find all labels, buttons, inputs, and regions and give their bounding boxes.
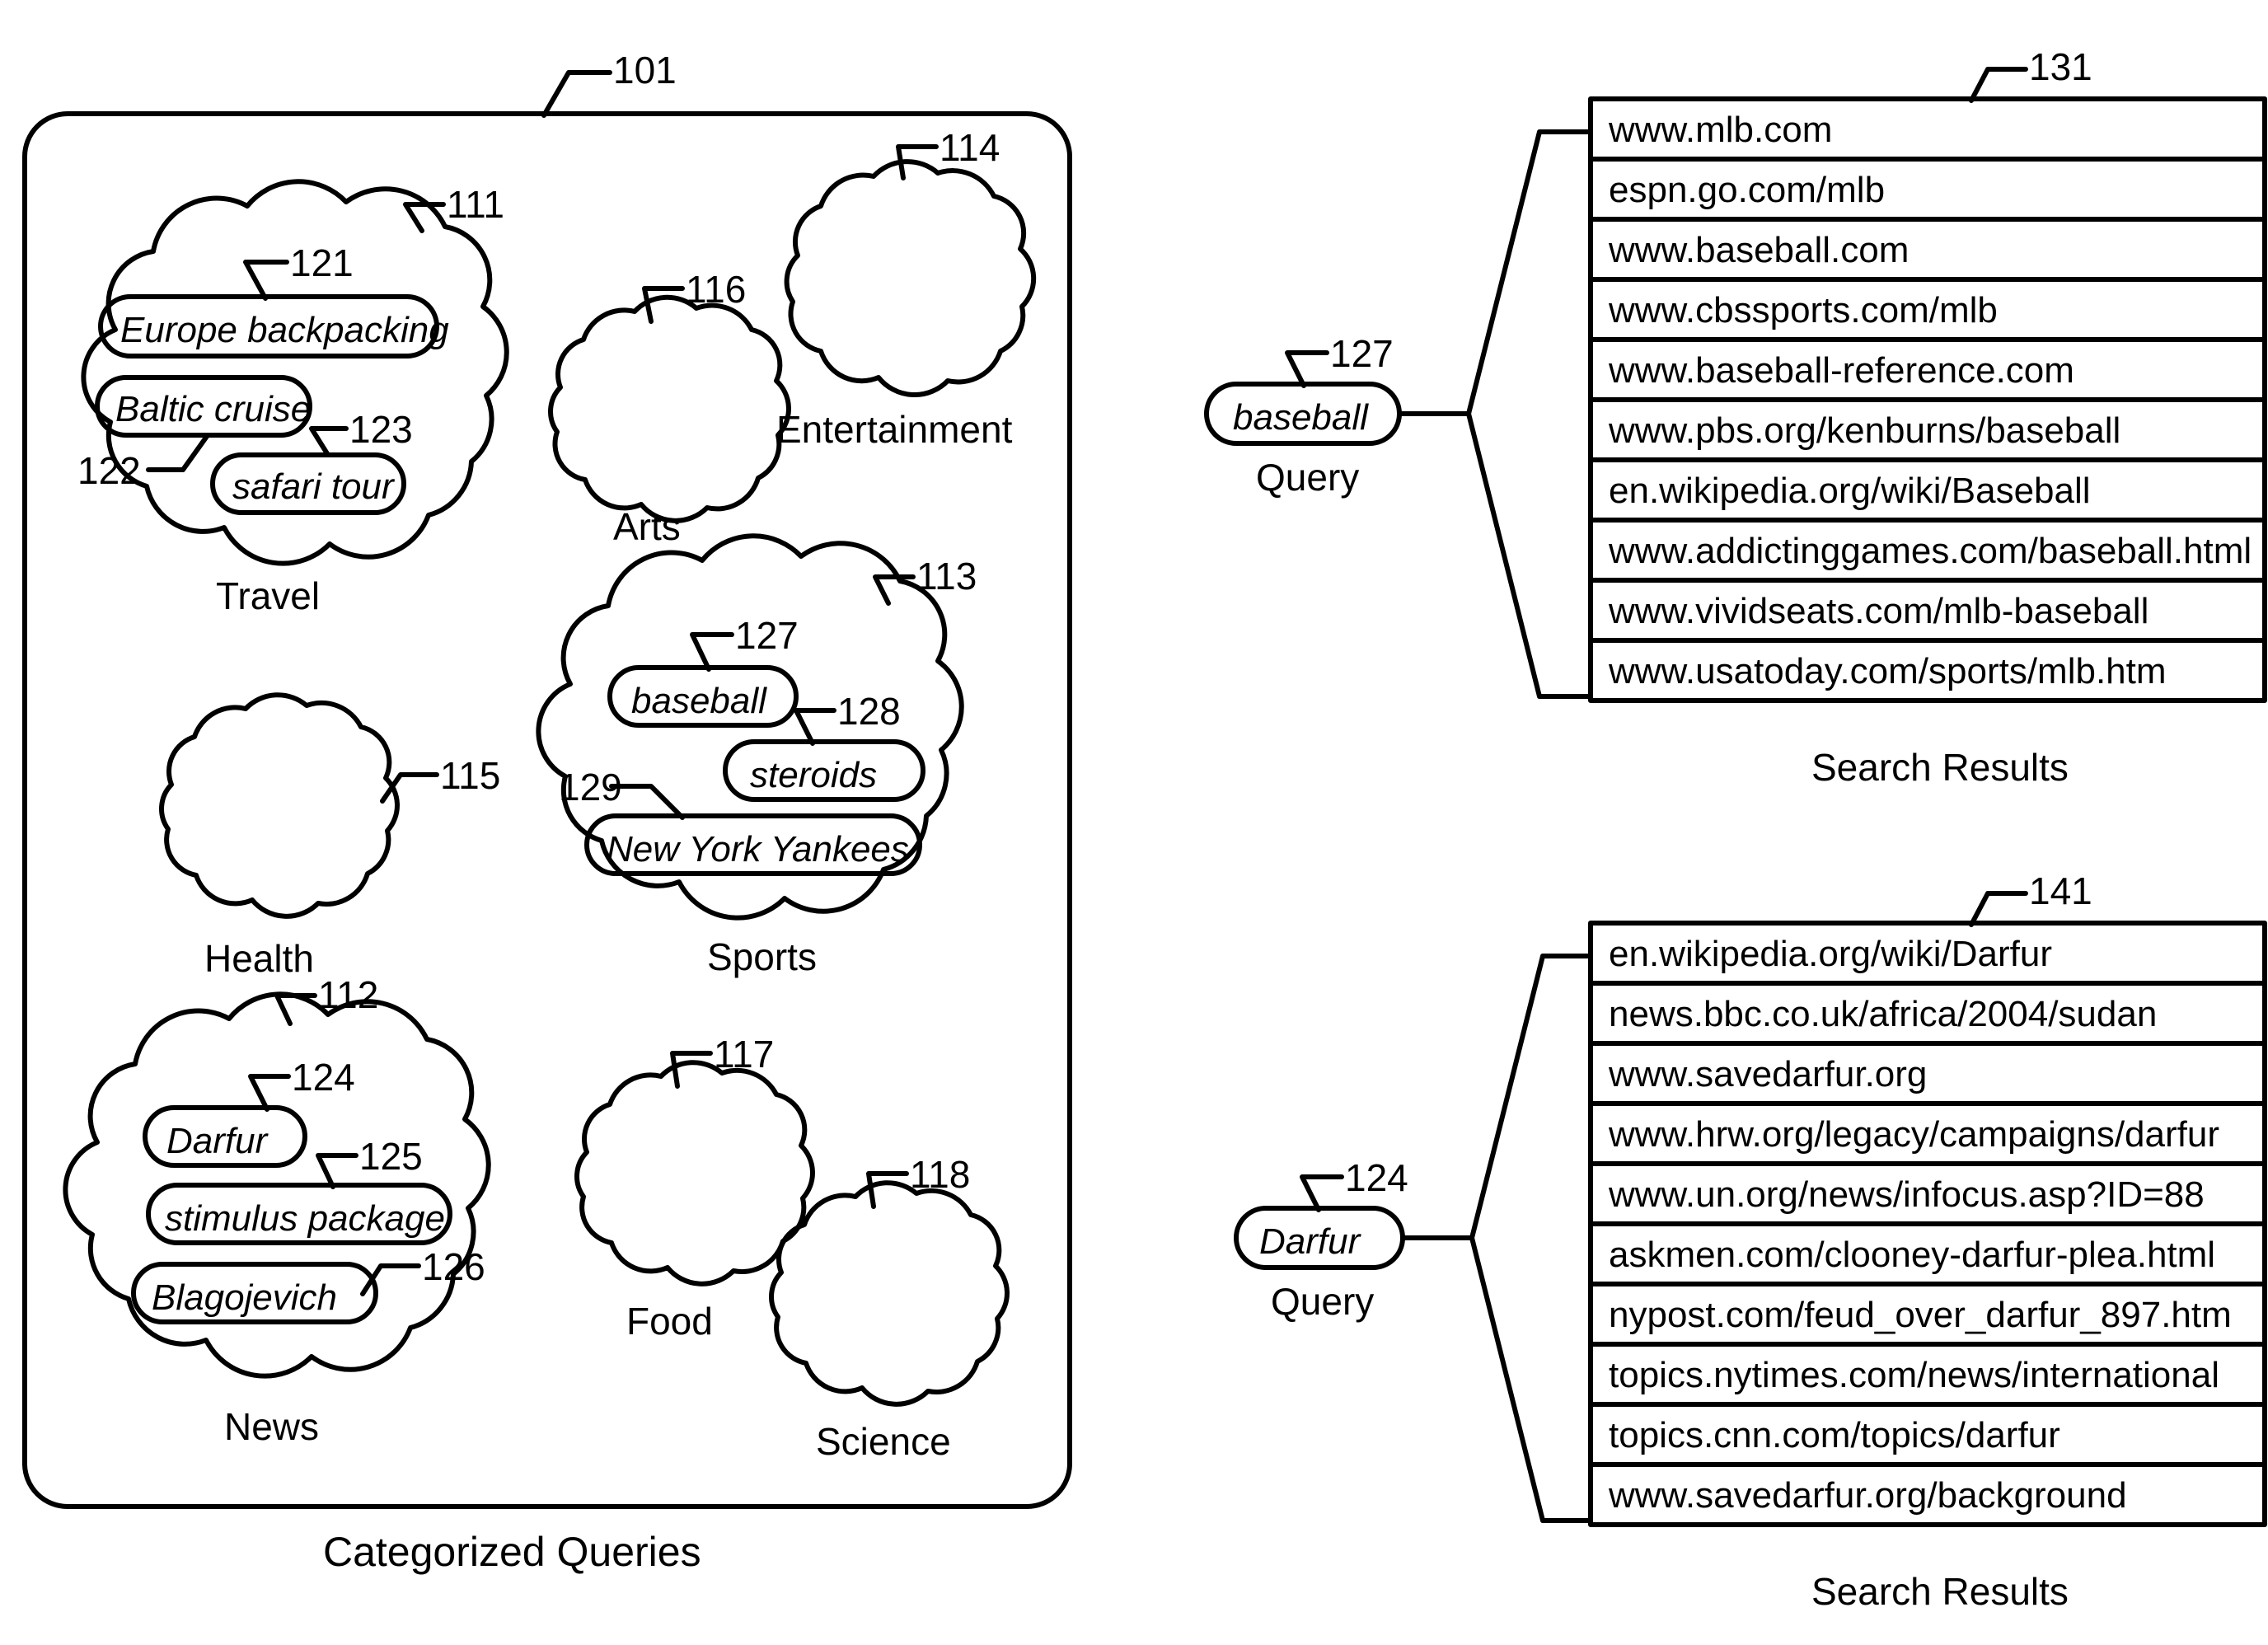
category-caption-sports: Sports (707, 935, 817, 978)
result-row-16[interactable]: askmen.com/clooney-darfur-plea.html (1609, 1235, 2215, 1276)
leader-113 (873, 574, 916, 606)
result-row-1[interactable]: www.mlb.com (1609, 110, 1832, 151)
patent-figure: 101 Categorized Queries 111 Europe backp… (0, 0, 2268, 1645)
result-row-3[interactable]: www.baseball.com (1609, 230, 1909, 271)
category-caption-arts: Arts (613, 505, 681, 548)
ref-label-114: 114 (940, 126, 1000, 169)
result-row-20[interactable]: www.savedarfur.org/background (1609, 1475, 2127, 1516)
result-row-4[interactable]: www.cbssports.com/mlb (1609, 290, 1998, 331)
leader-123 (309, 426, 349, 457)
leader-129 (609, 784, 685, 820)
ref-label-129: 129 (559, 766, 622, 808)
ref-label-123: 123 (349, 408, 413, 451)
result-row-14[interactable]: www.hrw.org/legacy/campaigns/darfur (1609, 1114, 2219, 1155)
ref-label-113: 113 (916, 555, 977, 598)
category-caption-travel: Travel (216, 574, 321, 617)
result-row-19[interactable]: topics.cnn.com/topics/darfur (1609, 1415, 2060, 1456)
leader-122 (146, 433, 210, 472)
result-row-11[interactable]: en.wikipedia.org/wiki/Darfur (1609, 934, 2052, 975)
leader-117 (670, 1051, 713, 1089)
query-label-123[interactable]: safari tour (232, 466, 394, 508)
ref-label-122: 122 (77, 449, 141, 492)
leader-124-news (248, 1074, 291, 1112)
results-caption-141: Search Results (1811, 1570, 2069, 1613)
result-row-7[interactable]: en.wikipedia.org/wiki/Baseball (1609, 471, 2091, 512)
result-row-17[interactable]: nypost.com/feud_over_darfur_897.htm (1609, 1295, 2232, 1336)
panel-caption: Categorized Queries (323, 1529, 701, 1575)
results-caption-131: Search Results (1811, 746, 2069, 789)
query-text-baseball[interactable]: baseball (1233, 397, 1368, 438)
leader-112 (274, 993, 317, 1026)
category-caption-entertainment: Entertainment (776, 408, 1013, 451)
leader-127-sports (690, 632, 734, 672)
query-label-129[interactable]: New York Yankees (607, 829, 909, 870)
leader-128 (794, 708, 836, 746)
result-row-15[interactable]: www.un.org/news/infocus.asp?ID=88 (1609, 1174, 2205, 1216)
ref-label-117: 117 (714, 1033, 775, 1076)
ref-label-126: 126 (422, 1245, 485, 1288)
result-row-5[interactable]: www.baseball-reference.com (1609, 350, 2074, 391)
query-caption-baseball: Query (1256, 456, 1360, 499)
query-caption-darfur: Query (1271, 1280, 1375, 1323)
query-label-127-sports[interactable]: baseball (631, 681, 766, 722)
leader-118 (866, 1171, 909, 1209)
connector-darfur (1400, 954, 1593, 1523)
ref-label-131: 131 (2029, 45, 2092, 88)
cloud-science (769, 1180, 1010, 1407)
cloud-entertainment (784, 159, 1037, 397)
leader-126 (360, 1263, 421, 1296)
ref-label-115: 115 (440, 754, 501, 797)
result-row-2[interactable]: espn.go.com/mlb (1609, 170, 1885, 211)
result-row-18[interactable]: topics.nytimes.com/news/international (1609, 1355, 2219, 1396)
leader-114 (896, 144, 939, 180)
result-row-9[interactable]: www.vividseats.com/mlb-baseball (1609, 591, 2149, 632)
leader-131 (1969, 67, 2028, 103)
leader-127-query (1285, 350, 1329, 388)
ref-label-121: 121 (290, 241, 354, 284)
cloud-food (574, 1060, 815, 1286)
ref-label-124-query: 124 (1345, 1156, 1408, 1199)
leader-121 (243, 260, 289, 301)
ref-label-127-sports: 127 (735, 614, 799, 657)
leader-125 (316, 1153, 358, 1189)
category-caption-science: Science (816, 1420, 951, 1463)
ref-label-125: 125 (359, 1135, 423, 1178)
ref-label-128: 128 (837, 690, 901, 733)
leader-124-query (1300, 1174, 1344, 1212)
connector-baseball (1397, 129, 1593, 699)
query-label-128[interactable]: steroids (750, 755, 877, 796)
category-caption-news: News (224, 1405, 320, 1448)
leader-116 (642, 286, 685, 324)
result-row-8[interactable]: www.addictinggames.com/baseball.html (1609, 531, 2252, 572)
leader-141 (1969, 891, 2028, 927)
ref-label-111: 111 (447, 183, 504, 226)
ref-label-116: 116 (686, 268, 747, 311)
query-label-124[interactable]: Darfur (166, 1121, 267, 1162)
cloud-news (63, 991, 491, 1379)
category-caption-health: Health (204, 937, 314, 980)
ref-label-124: 124 (292, 1056, 355, 1099)
query-label-121[interactable]: Europe backpacking (120, 310, 449, 351)
result-row-6[interactable]: www.pbs.org/kenburns/baseball (1609, 410, 2120, 452)
query-label-122[interactable]: Baltic cruise (115, 389, 311, 430)
leader-115 (380, 772, 439, 804)
cloud-health (159, 692, 400, 919)
category-caption-food: Food (626, 1300, 713, 1343)
query-label-126[interactable]: Blagojevich (152, 1277, 337, 1319)
cloud-arts (548, 294, 791, 523)
ref-101: 101 (613, 49, 677, 91)
ref-label-112: 112 (318, 973, 379, 1016)
result-row-10[interactable]: www.usatoday.com/sports/mlb.htm (1609, 651, 2167, 692)
ref-label-118: 118 (910, 1153, 971, 1196)
ref-label-141: 141 (2029, 869, 2092, 912)
query-text-darfur[interactable]: Darfur (1259, 1221, 1360, 1263)
result-row-13[interactable]: www.savedarfur.org (1609, 1054, 1927, 1095)
ref-label-127-query: 127 (1330, 332, 1394, 375)
leader-111 (403, 202, 446, 233)
result-row-12[interactable]: news.bbc.co.uk/africa/2004/sudan (1609, 994, 2157, 1035)
leader-101 (541, 70, 612, 118)
query-label-125[interactable]: stimulus package (165, 1198, 445, 1240)
